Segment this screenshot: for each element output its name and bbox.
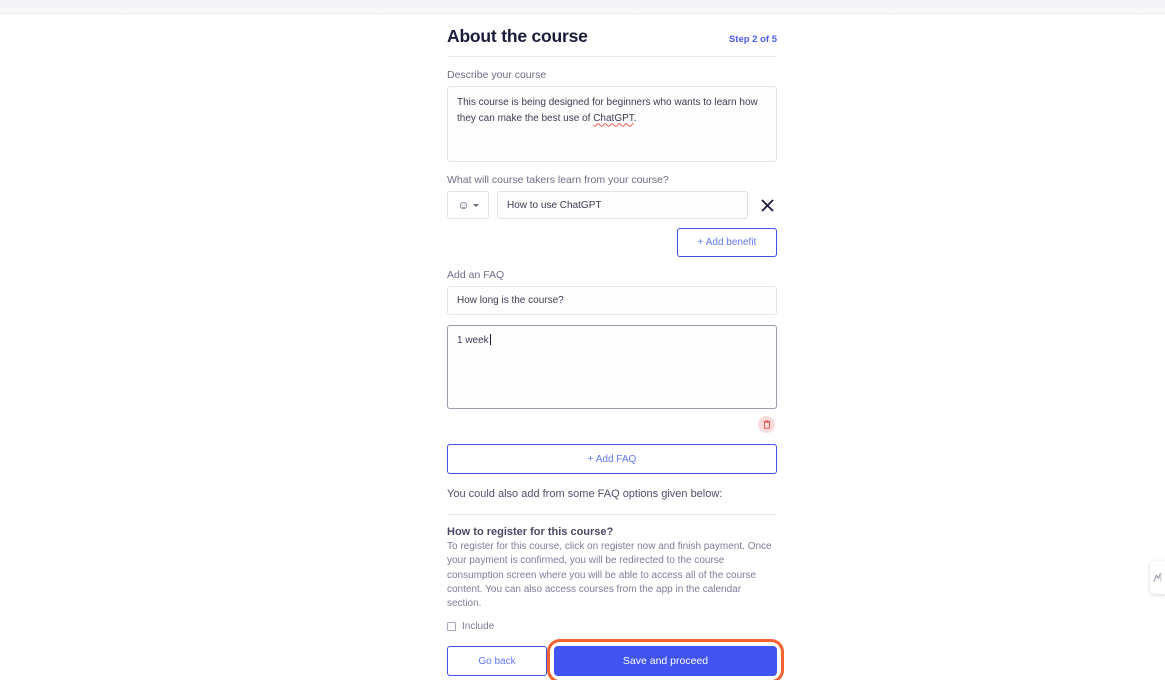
add-faq-label: Add an FAQ: [447, 269, 505, 281]
benefit-input[interactable]: How to use ChatGPT: [497, 191, 748, 219]
header-divider: [447, 56, 777, 57]
faq-options-note: You could also add from some FAQ options…: [447, 488, 723, 500]
page-title: About the course: [447, 26, 588, 46]
add-benefit-row: + Add benefit: [447, 228, 777, 257]
smiley-face-icon: ☺: [457, 198, 470, 212]
faq-answer-text: 1 week: [457, 335, 489, 346]
faq-answer-textarea[interactable]: 1 week: [447, 325, 777, 409]
browser-top-band: [0, 0, 1165, 13]
emoji-picker-button[interactable]: ☺: [447, 191, 489, 219]
faq-option-body: To register for this course, click on re…: [447, 541, 772, 610]
benefit-row: ☺ How to use ChatGPT: [447, 191, 777, 219]
course-form-column: About the course Step 2 of 5 Describe yo…: [447, 26, 784, 680]
step-indicator: Step 2 of 5: [728, 34, 777, 45]
browser-top-band-divider: [0, 13, 1165, 14]
add-faq-button[interactable]: + Add FAQ: [447, 444, 777, 474]
form-footer: Go back Save and proceed: [447, 639, 784, 680]
faq-option-card: How to register for this course? To regi…: [447, 526, 777, 632]
close-x-icon[interactable]: [757, 191, 777, 219]
chevron-down-icon: [472, 204, 479, 207]
include-label: Include: [462, 621, 495, 633]
include-faq-option-row[interactable]: Include: [447, 621, 777, 632]
add-benefit-button[interactable]: + Add benefit: [677, 228, 777, 257]
save-and-proceed-button[interactable]: Save and proceed: [554, 646, 777, 677]
save-and-proceed-wrapper: Save and proceed: [547, 639, 784, 680]
describe-course-label: Describe your course: [447, 69, 547, 81]
trash-icon[interactable]: [758, 416, 775, 433]
faq-options-divider: [447, 514, 777, 515]
include-checkbox[interactable]: [447, 622, 456, 632]
form-header: About the course Step 2 of 5: [447, 26, 777, 56]
go-back-button[interactable]: Go back: [447, 646, 547, 677]
text-cursor: [489, 334, 491, 345]
benefits-label: What will course takers learn from your …: [447, 174, 669, 186]
faq-option-title: How to register for this course?: [447, 526, 614, 538]
app-root: About the course Step 2 of 5 Describe yo…: [0, 0, 1165, 680]
faq-question-input[interactable]: How long is the course?: [447, 286, 777, 315]
describe-text-misspelled: ChatGPT: [593, 112, 634, 124]
analytics-chart-icon[interactable]: [1150, 561, 1165, 594]
faq-delete-row: [447, 416, 777, 433]
describe-text-part2: .: [633, 112, 637, 124]
describe-course-textarea[interactable]: This course is being designed for beginn…: [447, 86, 777, 162]
